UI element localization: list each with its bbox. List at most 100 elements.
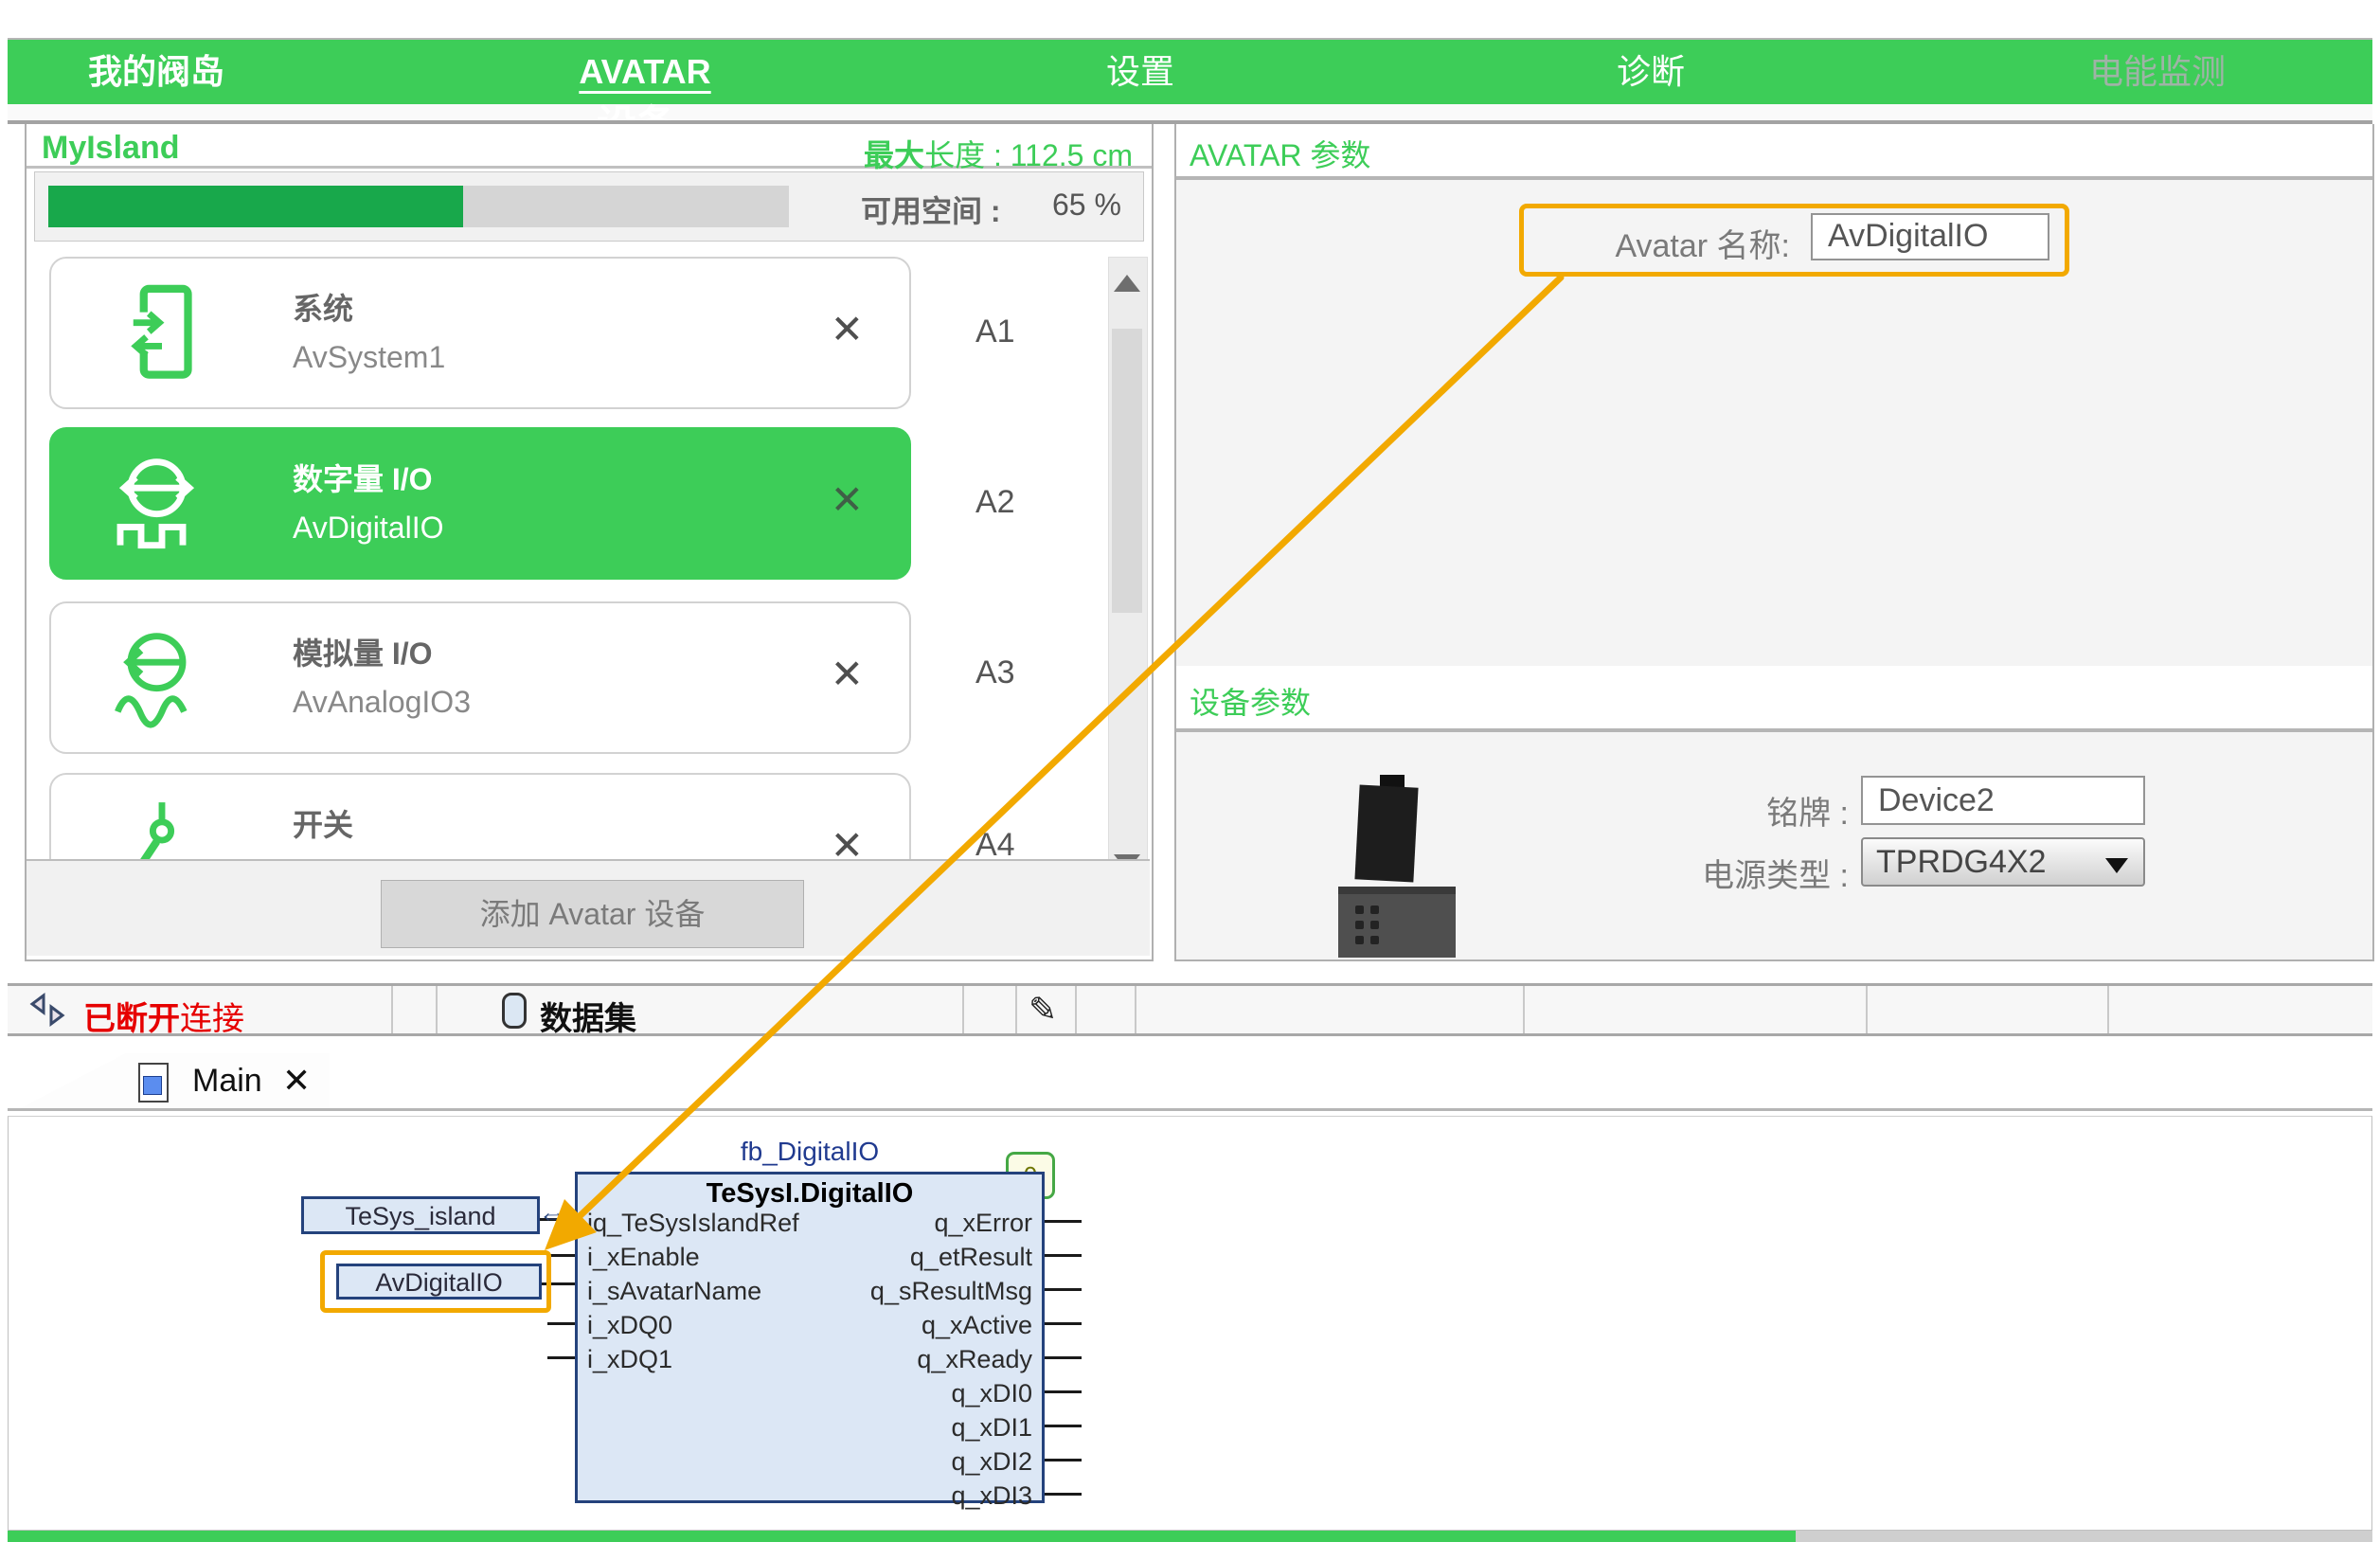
space-progressbar <box>48 186 789 227</box>
nameplate-input[interactable]: Device2 <box>1861 776 2145 825</box>
space-progress-fill <box>48 186 463 227</box>
analog-io-avatar-icon <box>110 628 214 730</box>
clipped-label-bottom: 设备 <box>597 103 710 120</box>
power-type-value: TPRDG4X2 <box>1876 844 2047 880</box>
scroll-up-icon[interactable] <box>1114 275 1140 292</box>
avatar-card-digital-io[interactable]: 数字量 I/O AvDigitalIO ✕ <box>49 427 911 580</box>
main-nav: 我的阀岛 AVATAR 设置 诊断 电能监测 <box>8 38 2372 104</box>
pin-stub <box>547 1356 575 1359</box>
add-avatar-button[interactable]: 添加 Avatar 设备 <box>381 880 804 948</box>
avatar-card-system[interactable]: 系统 AvSystem1 ✕ <box>49 257 911 409</box>
island-panel: MyIsland 最大长度 : 112.5 cm 可用空间 : 65 % <box>25 124 1154 961</box>
delete-avatar-button[interactable]: ✕ <box>831 306 864 352</box>
nav-tab-diagnostics[interactable]: 诊断 <box>1617 40 1685 104</box>
space-panel: 可用空间 : 65 % <box>34 171 1144 242</box>
power-type-label: 电源类型 : <box>1650 850 1849 896</box>
avatar-name: AvDigitalIO <box>293 511 443 546</box>
avatar-card-switch[interactable]: 开关 AvSwitch1 ✕ <box>49 773 911 859</box>
horizontal-scrollbar[interactable] <box>8 1531 2372 1542</box>
pin-stub <box>547 1322 575 1325</box>
pin-stub <box>1045 1425 1082 1427</box>
avatar-list-scrollbar[interactable] <box>1108 257 1148 886</box>
avatar-name: AvSystem1 <box>293 340 445 375</box>
horizontal-scrollbar-thumb[interactable] <box>8 1531 1796 1542</box>
tesys-island-configurator: 设备 我的阀岛 AVATAR 设置 诊断 电能监测 设备 MyIsland 最大… <box>0 0 2380 1542</box>
island-header: MyIsland 最大长度 : 112.5 cm <box>27 124 1152 169</box>
pin-output[interactable]: q_xDI0 <box>951 1379 1032 1408</box>
pencil-icon[interactable]: ✎ <box>1029 990 1057 1030</box>
pin-input[interactable]: i_sAvatarName <box>587 1277 761 1306</box>
status-bar: 已断开连接 数据集 ✎ <box>8 983 2372 1036</box>
nav-substrip: 设备 <box>8 104 2372 120</box>
delete-avatar-button[interactable]: ✕ <box>831 651 864 697</box>
island-max-length: 最大长度 : 112.5 cm <box>864 132 1133 175</box>
avatar-title: 开关 <box>293 801 353 845</box>
pin-stub <box>1045 1493 1082 1496</box>
digital-io-avatar-icon <box>110 454 214 556</box>
nav-tab-avatar[interactable]: AVATAR <box>579 40 710 104</box>
pin-output[interactable]: q_etResult <box>910 1243 1032 1272</box>
pin-stub <box>547 1254 575 1257</box>
pin-stub <box>1045 1322 1082 1325</box>
function-block-type: TeSysI.DigitalIO <box>578 1178 1042 1210</box>
device-params-header: 设备参数 <box>1176 666 2372 732</box>
slot-label-a3: A3 <box>975 654 1015 691</box>
nav-tab-energy-monitor[interactable]: 电能监测 <box>2089 40 2226 104</box>
pou-document-icon <box>138 1063 169 1103</box>
avatar-title: 模拟量 I/O <box>293 630 433 673</box>
connection-status: 已断开连接 <box>83 993 244 1039</box>
avdigitalio-annotation-box <box>320 1250 551 1313</box>
disconnect-icon <box>28 991 66 1033</box>
clipped-label-top: 设备 <box>597 13 710 40</box>
nav-tab-settings[interactable]: 设置 <box>1106 40 1174 104</box>
scrollbar-thumb[interactable] <box>1112 329 1142 613</box>
pin-output[interactable]: q_xDI2 <box>951 1447 1032 1477</box>
fbd-canvas[interactable] <box>8 1116 2372 1531</box>
add-avatar-bar: 添加 Avatar 设备 <box>27 859 1150 956</box>
fb-instance-label: fb_DigitalIO <box>677 1137 942 1167</box>
pin-output[interactable]: q_xDI3 <box>951 1481 1032 1511</box>
slot-label-a1: A1 <box>975 314 1015 350</box>
available-space-label: 可用空间 : <box>861 188 1001 231</box>
pin-stub <box>1045 1254 1082 1257</box>
divider <box>8 1108 2372 1111</box>
system-avatar-icon <box>110 283 214 386</box>
pin-output[interactable]: q_xActive <box>922 1311 1032 1340</box>
avatar-name: AvAnalogIO3 <box>293 685 471 720</box>
pin-input[interactable]: iq_TeSysIslandRef <box>587 1209 799 1238</box>
avatar-title: 数字量 I/O <box>293 456 433 499</box>
pin-output[interactable]: q_sResultMsg <box>870 1277 1032 1306</box>
avatar-name-input[interactable]: AvDigitalIO <box>1811 213 2049 260</box>
pin-output[interactable]: q_xError <box>934 1209 1032 1238</box>
nav-tab-my-island[interactable]: 我的阀岛 <box>88 40 224 104</box>
delete-avatar-button[interactable]: ✕ <box>831 476 864 523</box>
avatar-name-label: Avatar 名称: <box>1544 220 1790 266</box>
pin-input[interactable]: i_xEnable <box>587 1243 700 1272</box>
nameplate-label: 铭牌 : <box>1688 787 1849 834</box>
delete-avatar-button[interactable]: ✕ <box>831 822 864 859</box>
device-params-title: 设备参数 <box>1190 679 1311 723</box>
function-block[interactable]: TeSysI.DigitalIO iq_TeSysIslandRef i_xEn… <box>575 1172 1045 1503</box>
slot-label-a2: A2 <box>975 484 1015 521</box>
pin-output[interactable]: q_xReady <box>917 1345 1032 1374</box>
inout-ref-icon: ⇔ <box>538 1197 568 1232</box>
avatar-card-analog-io[interactable]: 模拟量 I/O AvAnalogIO3 ✕ <box>49 601 911 754</box>
island-title: MyIsland <box>42 130 179 167</box>
chevron-down-icon <box>2105 858 2128 873</box>
avatar-params-title: AVATAR 参数 <box>1190 132 1370 175</box>
pin-input[interactable]: i_xDQ1 <box>587 1345 672 1374</box>
pin-stub <box>1045 1390 1082 1393</box>
tab-main-label: Main <box>192 1063 262 1100</box>
pin-stub <box>1045 1356 1082 1359</box>
pin-input[interactable]: i_xDQ0 <box>587 1311 672 1340</box>
tab-close-icon[interactable]: ✕ <box>282 1061 311 1101</box>
tab-main[interactable]: Main ✕ <box>17 1053 330 1110</box>
pin-stub <box>1045 1459 1082 1461</box>
pin-output[interactable]: q_xDI1 <box>951 1413 1032 1443</box>
var-box-tesys-island[interactable]: TeSys_island <box>301 1196 540 1234</box>
pin-stub <box>1045 1220 1082 1223</box>
dataset-label: 数据集 <box>540 993 636 1039</box>
power-type-dropdown[interactable]: TPRDG4X2 <box>1861 837 2145 887</box>
avatar-params-header: AVATAR 参数 <box>1176 124 2372 180</box>
dataset-icon <box>502 993 527 1029</box>
